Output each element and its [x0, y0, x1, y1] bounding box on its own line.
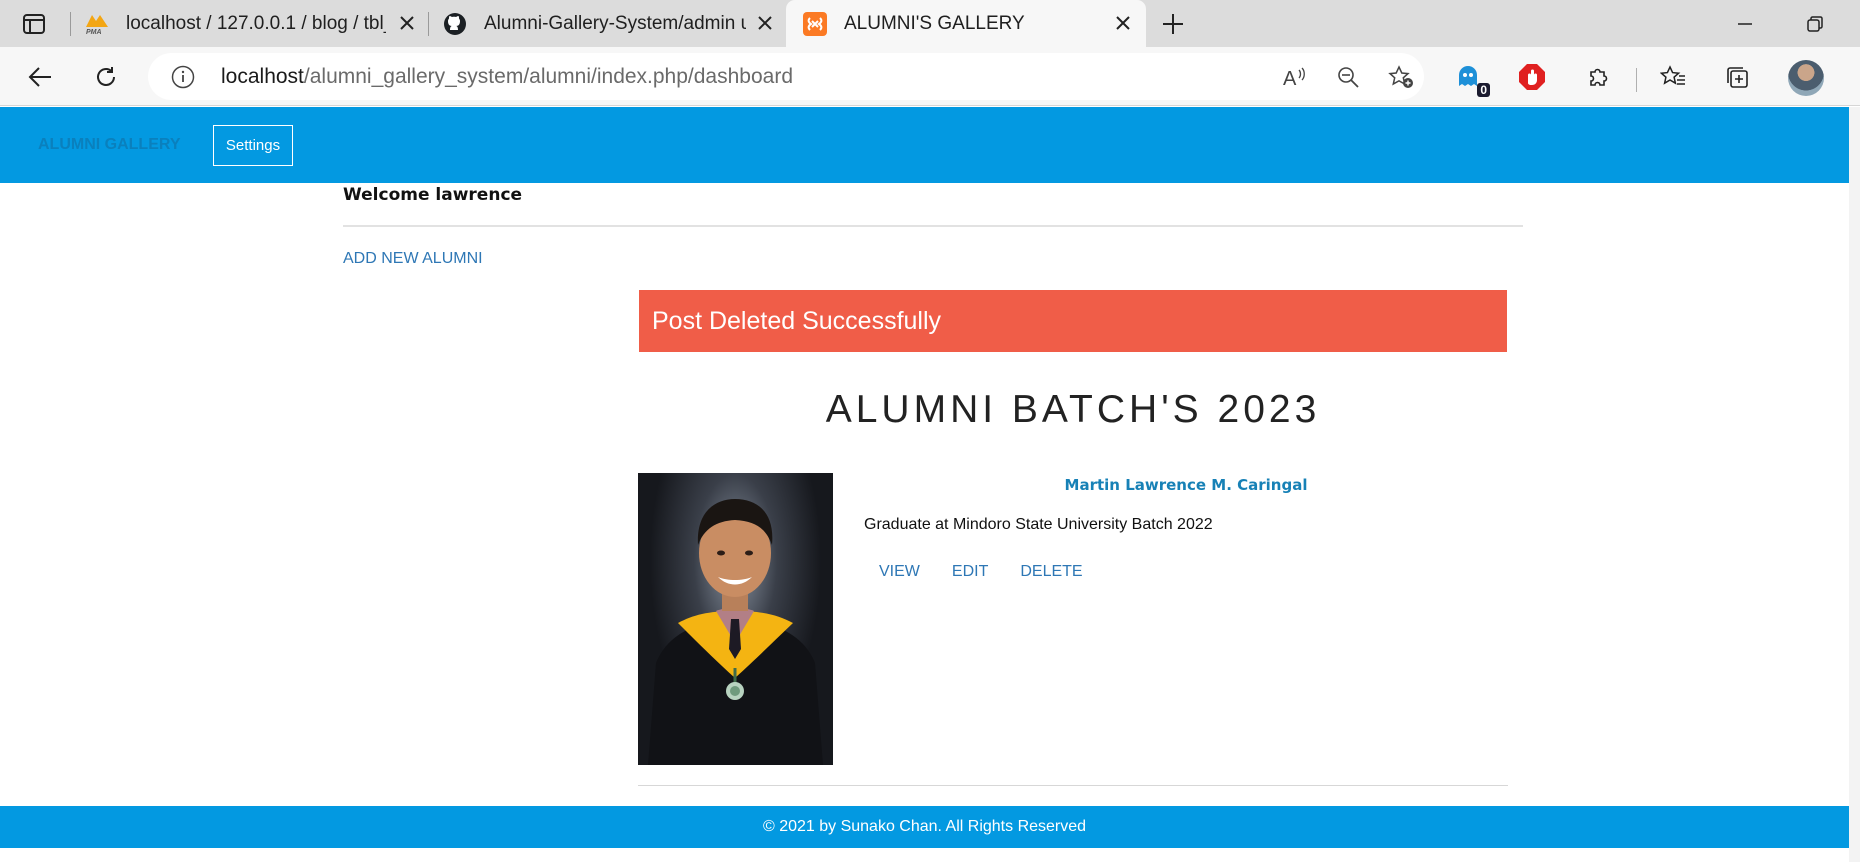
alumni-photo — [638, 473, 833, 765]
collections-icon — [1727, 67, 1748, 88]
read-aloud-icon[interactable]: A — [1280, 63, 1310, 91]
close-tab-icon[interactable] — [396, 12, 418, 34]
profile-avatar[interactable] — [1788, 60, 1824, 96]
url-path: /alumni_gallery_system/alumni/index.php/… — [303, 65, 794, 88]
tab-alumni-gallery[interactable]: ALUMNI'S GALLERY — [786, 0, 1146, 47]
batch-title: ALUMNI BATCH'S 2023 — [825, 388, 1321, 431]
minimize-button[interactable] — [1730, 10, 1760, 38]
svg-text:A: A — [1283, 68, 1297, 88]
ghostery-extension-button[interactable]: 0 — [1450, 59, 1490, 97]
collections-button[interactable] — [1720, 59, 1756, 95]
top-navbar: ALUMNI GALLERY Settings — [0, 107, 1849, 183]
xampp-icon — [802, 11, 828, 37]
close-tab-icon[interactable] — [754, 12, 776, 34]
tab-title: Alumni-Gallery-System/admin us — [484, 12, 746, 34]
success-alert: Post Deleted Successfully — [639, 290, 1507, 352]
alumni-actions: VIEW EDIT DELETE — [879, 563, 1115, 581]
page-scrollbar[interactable] — [1849, 107, 1860, 862]
phpmyadmin-icon: PMA — [84, 11, 110, 37]
tab-title: localhost / 127.0.0.1 / blog / tbl_u — [126, 12, 386, 34]
divider — [638, 785, 1508, 786]
back-arrow-icon — [28, 67, 51, 87]
adblock-icon — [1519, 64, 1545, 90]
zoom-out-icon[interactable] — [1333, 63, 1363, 91]
tab-actions-button[interactable] — [14, 10, 54, 38]
delete-button[interactable]: DELETE — [1020, 563, 1082, 581]
plus-icon — [1163, 14, 1183, 34]
view-button[interactable]: VIEW — [879, 563, 920, 581]
url-text[interactable]: localhost/alumni_gallery_system/alumni/i… — [221, 65, 793, 89]
browser-toolbar: localhost/alumni_gallery_system/alumni/i… — [0, 47, 1860, 106]
edit-button[interactable]: EDIT — [952, 563, 988, 581]
new-tab-button[interactable] — [1158, 10, 1188, 38]
url-host: localhost — [221, 65, 304, 88]
extension-badge: 0 — [1477, 83, 1490, 97]
address-bar[interactable]: localhost/alumni_gallery_system/alumni/i… — [148, 53, 1424, 100]
favorites-button[interactable] — [1655, 59, 1691, 95]
restore-button[interactable] — [1800, 10, 1830, 38]
close-tab-icon[interactable] — [1112, 12, 1134, 34]
github-icon — [442, 11, 468, 37]
alumni-name-link[interactable]: Martin Lawrence M. Caringal — [864, 476, 1508, 494]
minimize-icon — [1738, 23, 1752, 25]
divider — [343, 225, 1523, 227]
tab-title: ALUMNI'S GALLERY — [844, 12, 1025, 34]
reload-button[interactable] — [88, 59, 124, 95]
tab-github[interactable]: Alumni-Gallery-System/admin us — [442, 0, 782, 47]
footer: © 2021 by Sunako Chan. All Rights Reserv… — [0, 806, 1849, 848]
welcome-message: Welcome lawrence — [343, 185, 523, 205]
reload-icon — [97, 67, 115, 86]
tab-actions-icon — [23, 14, 45, 34]
tab-separator — [70, 12, 71, 36]
favorites-icon — [1660, 65, 1685, 85]
add-new-alumni-link[interactable]: ADD NEW ALUMNI — [343, 250, 483, 268]
brand-logo[interactable]: ALUMNI GALLERY — [38, 136, 181, 154]
tab-separator — [428, 12, 429, 36]
add-favorite-icon[interactable] — [1386, 63, 1416, 91]
restore-icon — [1807, 16, 1823, 32]
back-button[interactable] — [22, 59, 58, 95]
copyright-text: © 2021 by Sunako Chan. All Rights Reserv… — [762, 818, 1087, 835]
site-info-icon[interactable] — [170, 64, 196, 90]
settings-button[interactable]: Settings — [213, 125, 293, 166]
adblock-extension-button[interactable] — [1514, 59, 1550, 95]
extensions-button[interactable] — [1581, 59, 1617, 95]
browser-tab-bar: PMA localhost / 127.0.0.1 / blog / tbl_u… — [0, 0, 1860, 47]
puzzle-icon — [1590, 68, 1608, 86]
graduate-portrait — [648, 499, 823, 765]
svg-text:PMA: PMA — [86, 29, 102, 35]
toolbar-separator — [1636, 68, 1637, 92]
alumni-description: Graduate at Mindoro State University Bat… — [864, 516, 1213, 533]
tab-phpmyadmin[interactable]: PMA localhost / 127.0.0.1 / blog / tbl_u — [84, 0, 424, 47]
